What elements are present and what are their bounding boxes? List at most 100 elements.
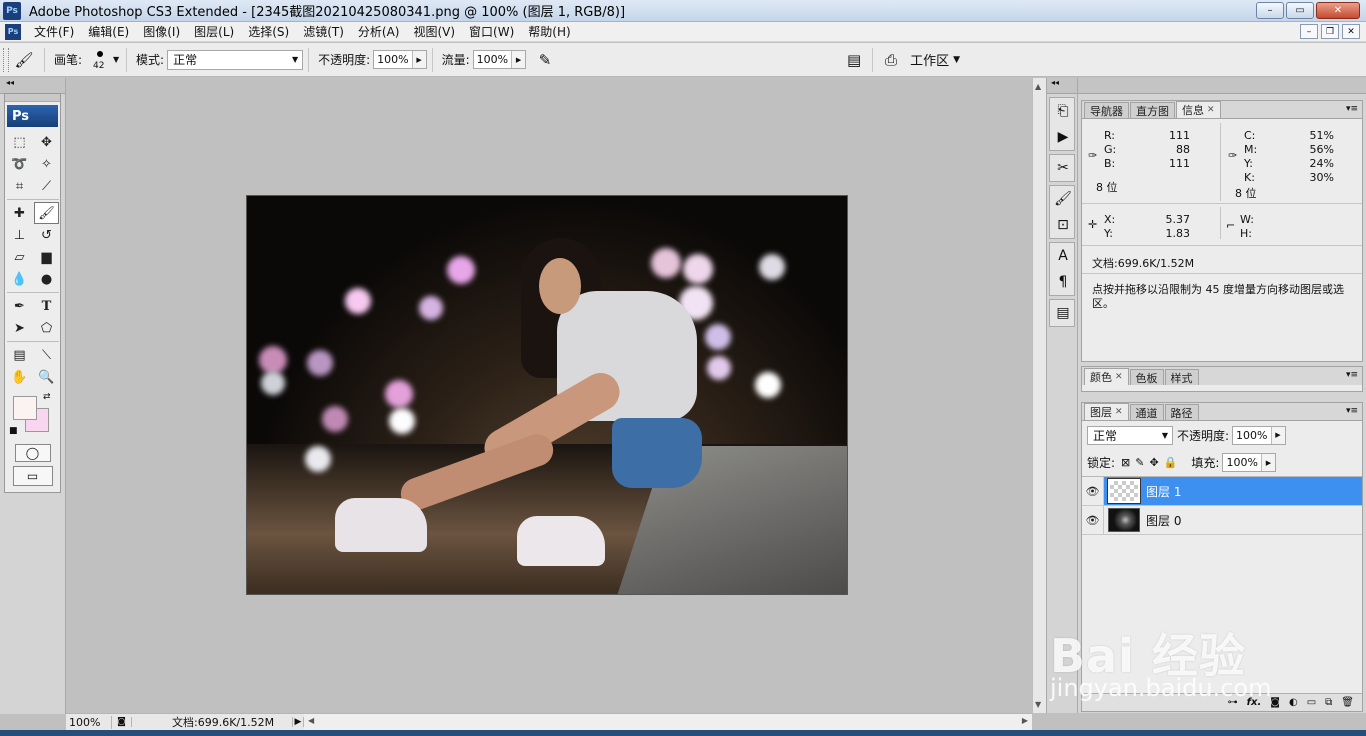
- menu-image[interactable]: 图像(I): [136, 23, 187, 40]
- visibility-eye-icon[interactable]: 👁: [1082, 506, 1104, 534]
- chevron-right-icon[interactable]: ▶: [411, 51, 426, 68]
- crop-tool-icon[interactable]: ⌗: [7, 175, 32, 197]
- maximize-button[interactable]: ▭: [1286, 2, 1314, 19]
- eyedropper-icon[interactable]: ✑: [1088, 149, 1097, 162]
- tool-presets-icon[interactable]: ✂: [1050, 155, 1076, 181]
- close-icon[interactable]: ✕: [1115, 372, 1123, 382]
- adjustment-icon[interactable]: ◐: [1289, 697, 1298, 708]
- scroll-down-icon[interactable]: ▼: [1035, 700, 1041, 709]
- scroll-right-icon[interactable]: ▶: [1022, 716, 1028, 725]
- status-preview-icon[interactable]: ◙: [112, 717, 132, 727]
- tab-paths[interactable]: 路径: [1164, 404, 1199, 420]
- menu-window[interactable]: 窗口(W): [462, 23, 521, 40]
- actions-panel-icon[interactable]: ▶: [1050, 124, 1076, 150]
- lock-transparent-icon[interactable]: ⊠: [1121, 456, 1130, 469]
- foreground-color-swatch[interactable]: [13, 396, 37, 420]
- lock-image-icon[interactable]: ✎: [1135, 456, 1144, 469]
- eraser-tool-icon[interactable]: ▱: [7, 246, 32, 268]
- history-panel-icon[interactable]: ⎗: [1050, 98, 1076, 124]
- hand-tool-icon[interactable]: ✋: [7, 366, 32, 388]
- clone-source-icon[interactable]: ⊡: [1050, 212, 1076, 238]
- zoom-tool-icon[interactable]: 🔍: [34, 366, 59, 388]
- tab-layers[interactable]: 图层 ✕: [1084, 403, 1129, 420]
- chevron-right-icon[interactable]: ▶: [1270, 426, 1285, 444]
- chevron-right-icon[interactable]: ▶: [511, 51, 526, 68]
- lock-all-icon[interactable]: 🔒: [1164, 456, 1178, 469]
- opacity-field[interactable]: 100% ▶: [373, 50, 427, 69]
- vertical-scrollbar[interactable]: ▲ ▼: [1032, 78, 1046, 713]
- flow-field[interactable]: 100% ▶: [472, 50, 527, 69]
- doc-close-button[interactable]: ✕: [1342, 24, 1360, 39]
- menu-select[interactable]: 选择(S): [241, 23, 296, 40]
- menu-filter[interactable]: 滤镜(T): [296, 23, 351, 40]
- menu-file[interactable]: 文件(F): [27, 23, 81, 40]
- menu-analysis[interactable]: 分析(A): [351, 23, 407, 40]
- swap-colors-icon[interactable]: ⇄: [43, 392, 51, 402]
- new-layer-icon[interactable]: ⧉: [1325, 697, 1332, 708]
- dodge-tool-icon[interactable]: ●: [34, 268, 59, 290]
- screen-mode-button[interactable]: ▭: [12, 466, 53, 486]
- move-tool-icon[interactable]: ✥: [34, 131, 59, 153]
- workspace-button[interactable]: 工作区 ▼: [904, 50, 966, 69]
- gradient-tool-icon[interactable]: ▆: [34, 246, 59, 268]
- trash-icon[interactable]: 🗑: [1341, 697, 1354, 708]
- tab-channels[interactable]: 通道: [1129, 404, 1164, 420]
- tab-swatches[interactable]: 色板: [1129, 369, 1164, 385]
- toolbox-logo[interactable]: Ps: [7, 105, 58, 127]
- scroll-left-icon[interactable]: ◀: [308, 716, 314, 725]
- slice-tool-icon[interactable]: ⟋: [34, 175, 59, 197]
- scroll-up-icon[interactable]: ▲: [1035, 82, 1041, 91]
- layer-row[interactable]: 👁 图层 1: [1082, 477, 1362, 506]
- doc-minimize-button[interactable]: –: [1300, 24, 1318, 39]
- minimize-button[interactable]: –: [1256, 2, 1284, 19]
- magic-wand-tool-icon[interactable]: ✧: [34, 153, 59, 175]
- document-canvas-area[interactable]: [66, 78, 1032, 713]
- toolbox-grip[interactable]: [5, 94, 60, 102]
- eyedropper-tool-icon[interactable]: ⟍: [34, 344, 59, 366]
- panels-grip[interactable]: [1078, 78, 1366, 94]
- fx-icon[interactable]: fx.: [1247, 697, 1262, 708]
- tab-histogram[interactable]: 直方图: [1130, 102, 1175, 118]
- healing-brush-tool-icon[interactable]: ✚: [7, 202, 32, 224]
- layer-row[interactable]: 👁 图层 0: [1082, 506, 1362, 535]
- bridge-icon[interactable]: ⎙: [878, 48, 904, 72]
- tab-navigator[interactable]: 导航器: [1084, 102, 1129, 118]
- chevron-right-icon[interactable]: ▶: [1260, 454, 1275, 471]
- lasso-tool-icon[interactable]: ➰: [7, 153, 32, 175]
- layer-opacity-field[interactable]: 100% ▶: [1232, 425, 1286, 445]
- visibility-eye-icon[interactable]: 👁: [1082, 477, 1104, 505]
- quick-mask-button[interactable]: ◯: [14, 444, 51, 462]
- pen-tool-icon[interactable]: ✒: [7, 295, 32, 317]
- clone-stamp-tool-icon[interactable]: ⊥: [7, 224, 32, 246]
- brush-tool-preset-icon[interactable]: 🖌: [9, 48, 39, 72]
- type-tool-icon[interactable]: T: [34, 295, 59, 317]
- blend-mode-select[interactable]: 正常 ▼: [1087, 425, 1173, 445]
- default-colors-icon[interactable]: ■: [9, 426, 18, 436]
- menu-layer[interactable]: 图层(L): [187, 23, 241, 40]
- paragraph-panel-icon[interactable]: ¶: [1050, 269, 1076, 295]
- brush-tool-icon[interactable]: 🖌: [34, 202, 59, 224]
- mode-select[interactable]: 正常 ▼: [167, 49, 304, 70]
- eyedropper-icon[interactable]: ✑: [1228, 149, 1237, 162]
- mask-icon[interactable]: ◙: [1270, 697, 1280, 708]
- close-icon[interactable]: ✕: [1115, 407, 1123, 417]
- brush-picker[interactable]: 42 ▼: [85, 47, 121, 73]
- document-image[interactable]: [246, 195, 848, 595]
- menu-edit[interactable]: 编辑(E): [81, 23, 136, 40]
- fill-field[interactable]: 100% ▶: [1222, 453, 1276, 472]
- tab-styles[interactable]: 样式: [1164, 369, 1199, 385]
- character-panel-icon[interactable]: A: [1050, 243, 1076, 269]
- close-icon[interactable]: ✕: [1207, 105, 1215, 115]
- layer-comps-icon[interactable]: ▤: [1050, 300, 1076, 326]
- notes-tool-icon[interactable]: ▤: [7, 344, 32, 366]
- menu-help[interactable]: 帮助(H): [521, 23, 577, 40]
- blur-tool-icon[interactable]: 💧: [7, 268, 32, 290]
- tab-color[interactable]: 颜色 ✕: [1084, 368, 1129, 385]
- link-icon[interactable]: ⊶: [1228, 697, 1238, 708]
- palette-well-icon[interactable]: ▤: [841, 48, 867, 72]
- collapse-icon[interactable]: ◂◂: [1047, 78, 1077, 94]
- panel-menu-icon[interactable]: ▾≡: [1346, 104, 1358, 114]
- status-menu-icon[interactable]: ▶: [292, 717, 304, 727]
- brushes-panel-icon[interactable]: 🖌: [1050, 186, 1076, 212]
- panel-menu-icon[interactable]: ▾≡: [1346, 370, 1358, 380]
